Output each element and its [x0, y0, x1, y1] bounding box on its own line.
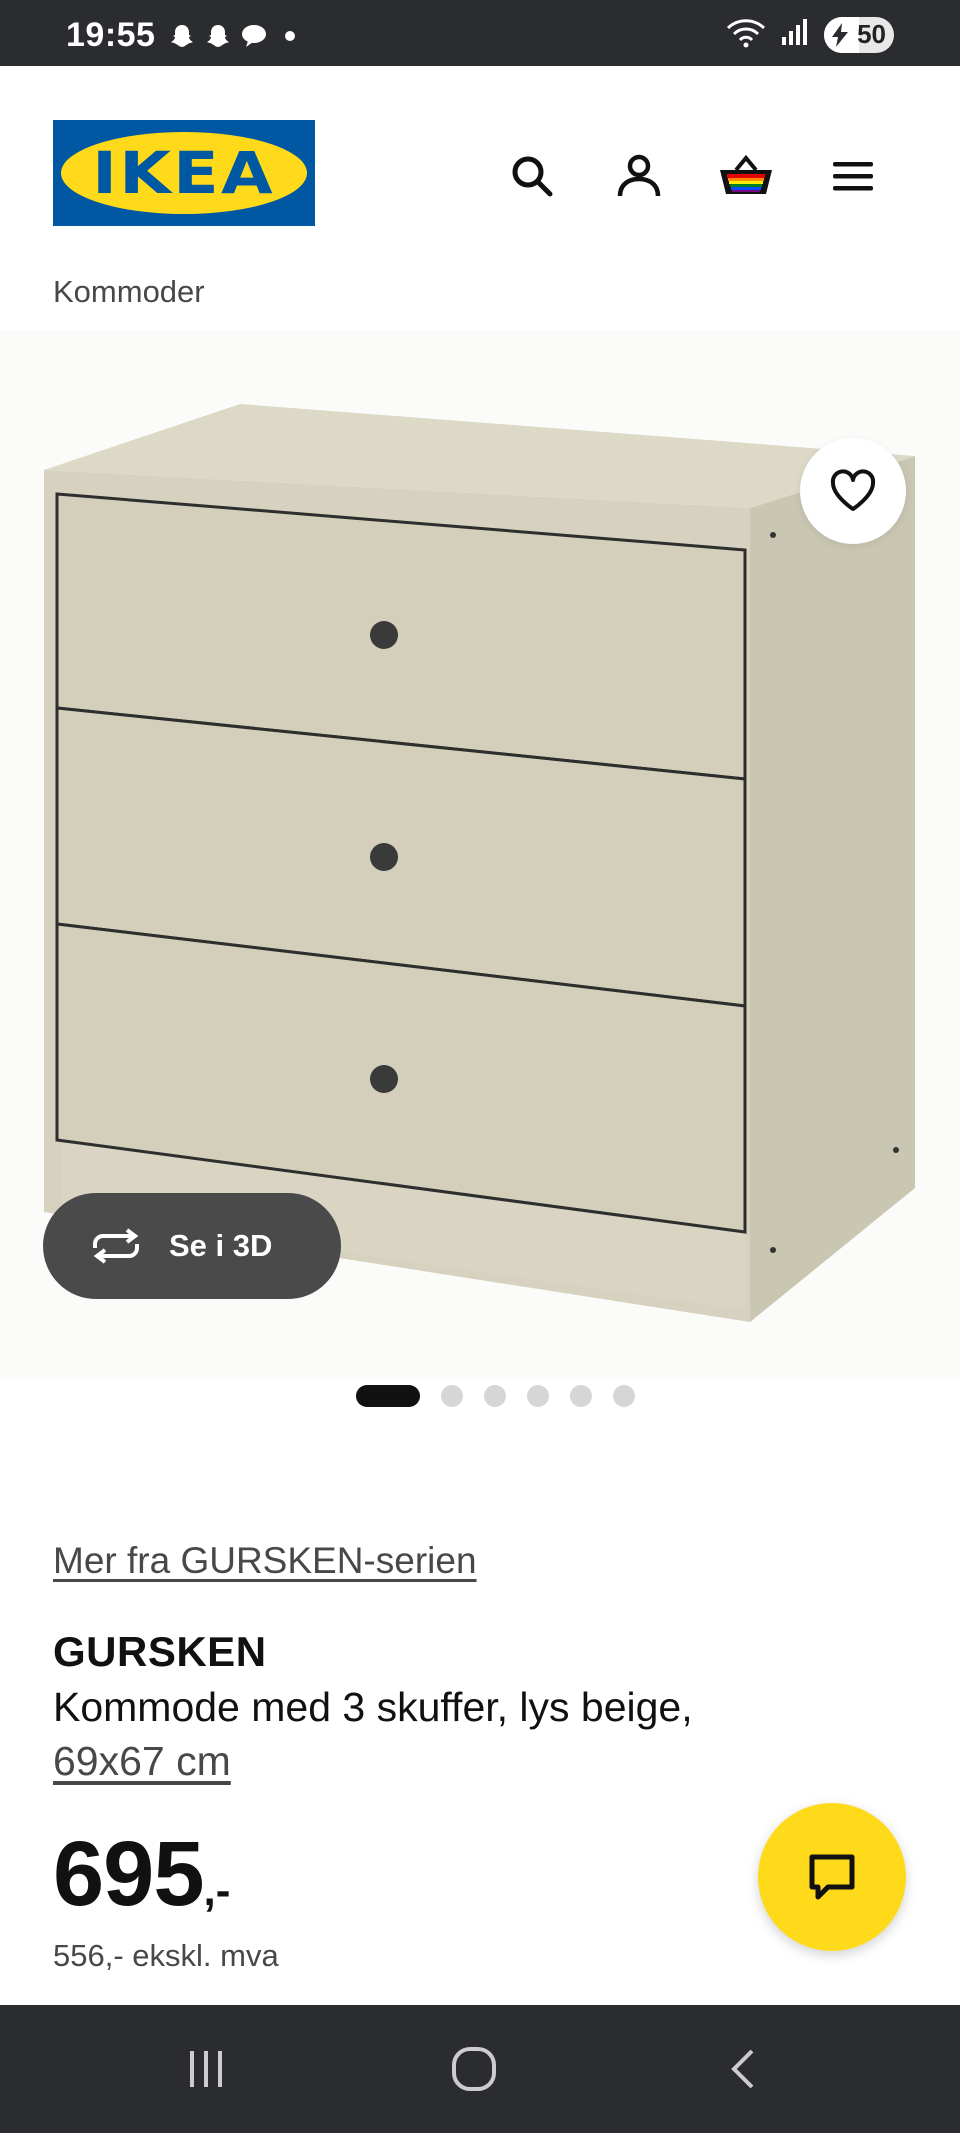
- basket-button[interactable]: [716, 146, 776, 206]
- status-bar: 19:55 50: [0, 0, 960, 66]
- chat-bubble-icon: [240, 22, 268, 50]
- recent-apps-button[interactable]: [170, 2033, 242, 2105]
- snapchat-icon: [204, 22, 232, 50]
- menu-icon: [833, 162, 873, 191]
- heart-icon: [830, 469, 876, 511]
- search-icon: [512, 156, 553, 197]
- rotate-3d-icon: [93, 1228, 139, 1264]
- signal-icon: [780, 17, 810, 52]
- series-link[interactable]: Mer fra GURSKEN-serien: [53, 1540, 477, 1582]
- view-in-3d-button[interactable]: Se i 3D: [43, 1193, 341, 1299]
- back-button[interactable]: [708, 2033, 780, 2105]
- home-icon: [452, 2047, 496, 2091]
- pagination-dot[interactable]: [526, 1385, 549, 1407]
- pagination-dot[interactable]: [612, 1385, 635, 1407]
- battery-indicator: 50: [824, 16, 894, 53]
- logo-text: IKEA: [92, 139, 276, 207]
- product-size-link[interactable]: 69x67 cm: [53, 1738, 231, 1784]
- recent-apps-icon: [190, 2051, 222, 2087]
- pagination-dot-active[interactable]: [355, 1385, 420, 1407]
- back-icon: [731, 2049, 754, 2089]
- basket-icon: [720, 154, 772, 194]
- product-description-text: Kommode med 3 skuffer, lys beige,: [53, 1684, 693, 1730]
- gallery-pagination: [0, 1385, 960, 1407]
- favorite-button[interactable]: [800, 438, 906, 544]
- wifi-icon: [726, 16, 766, 53]
- view-in-3d-label: Se i 3D: [169, 1228, 273, 1263]
- product-price: 695,-: [53, 1822, 230, 1927]
- menu-button[interactable]: [823, 146, 883, 206]
- chat-button[interactable]: [758, 1803, 906, 1951]
- notification-icons: [168, 22, 304, 50]
- product-name: GURSKEN: [53, 1628, 267, 1675]
- home-button[interactable]: [438, 2033, 510, 2105]
- chat-icon: [809, 1854, 855, 1900]
- ikea-logo[interactable]: IKEA: [53, 120, 315, 226]
- price-excl-vat: 556,- ekskl. mva: [53, 1938, 279, 1973]
- battery-level: 50: [857, 19, 886, 49]
- pagination-dot[interactable]: [440, 1385, 463, 1407]
- system-icons: 50: [726, 16, 894, 53]
- pagination-dot[interactable]: [483, 1385, 506, 1407]
- product-description: Kommode med 3 skuffer, lys beige, 69x67 …: [53, 1680, 813, 1788]
- price-main: 695: [53, 1823, 204, 1925]
- profile-button[interactable]: [609, 146, 669, 206]
- dot-icon: [276, 22, 304, 50]
- site-header: IKEA: [0, 66, 960, 276]
- price-suffix: ,-: [203, 1866, 231, 1915]
- pagination-dot[interactable]: [569, 1385, 592, 1407]
- status-time: 19:55: [66, 16, 156, 54]
- charging-bolt-icon: [832, 22, 848, 47]
- snapchat-icon: [168, 22, 196, 50]
- breadcrumb[interactable]: Kommoder: [53, 274, 205, 310]
- system-navigation-bar: [0, 2005, 960, 2133]
- profile-icon: [617, 154, 661, 197]
- search-button[interactable]: [502, 146, 562, 206]
